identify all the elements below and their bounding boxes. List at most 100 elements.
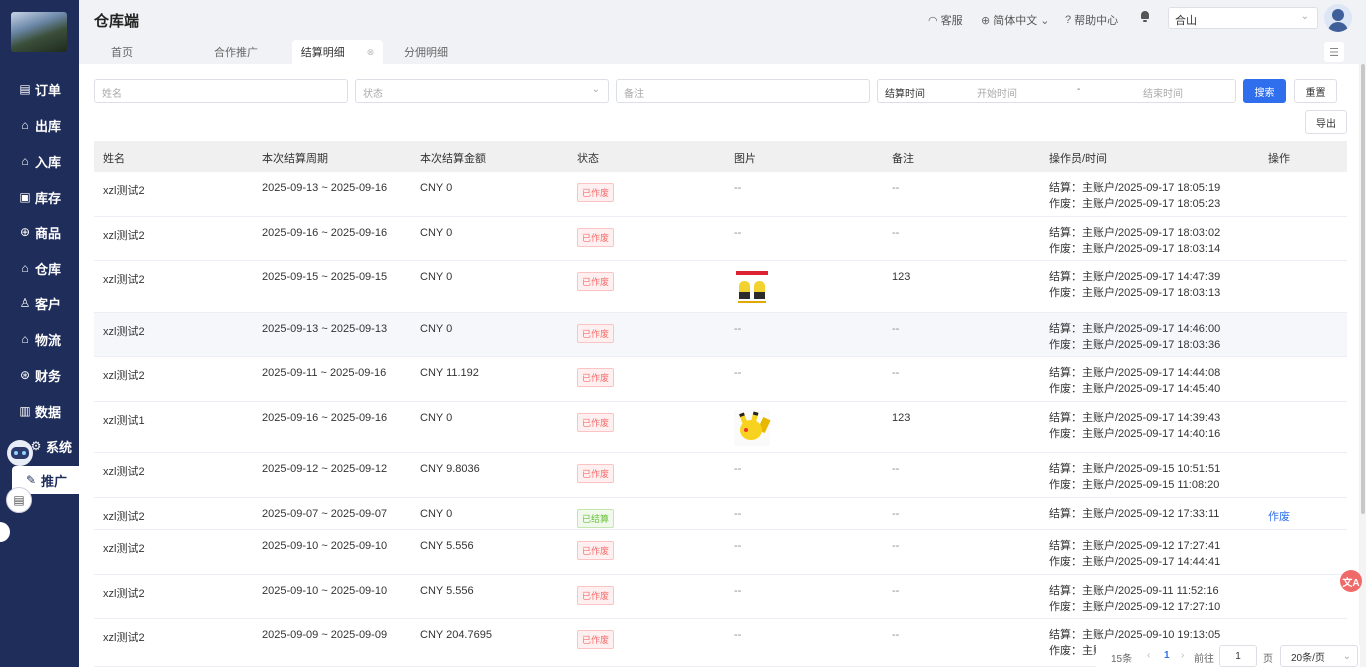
cell-amount: CNY 5.556 [420,540,474,552]
product-icon: ⊕ [19,225,31,239]
settle-record: 结算：主账户/2025-09-15 10:51:51 [1049,463,1221,475]
sidebar-item-warehouse[interactable]: ⌂ 仓库 [0,253,79,283]
translate-icon[interactable]: 文A [1340,570,1362,592]
settle-record: 结算：主账户/2025-09-10 19:13:05 [1049,629,1221,641]
chevron-down-icon: ⌄ [1040,14,1050,27]
void-record: 作废：主账户/2025-09-17 18:03:14 [1049,243,1221,255]
close-icon[interactable]: ⊗ [367,47,375,58]
customer-service-link[interactable]: ◠ 客服 [928,12,963,28]
name-filter-input[interactable]: 姓名 [94,79,348,103]
cell-image: -- [734,367,742,379]
start-date-input[interactable]: 开始时间 [977,85,1017,100]
sidebar-item-label: 物流 [34,332,61,348]
cell-operator-time: 结算：主账户/2025-09-17 18:05:19 作废：主账户/2025-09… [1049,180,1220,212]
cell-name: xzl测试2 [103,326,145,338]
tab-cooperation-promotion[interactable]: 合作推广 [201,40,271,64]
pikachu-thumbnail[interactable] [734,410,771,446]
cell-amount: CNY 0 [420,508,453,520]
cell-remark: -- [892,540,900,552]
sidebar-item-data[interactable]: ▥ 数据 [0,396,79,426]
void-action-link[interactable]: 作废 [1268,508,1290,524]
cell-operator-time: 结算：主账户/2025-09-17 14:44:08 作废：主账户/2025-09… [1049,365,1220,397]
assistant-robot-icon[interactable] [7,440,33,466]
warehouse-icon: ⌂ [21,261,29,275]
floating-handle[interactable] [0,522,10,542]
status-filter-select[interactable]: 状态 ⌄ [355,79,609,103]
user-avatar[interactable] [1324,4,1352,32]
end-date-input[interactable]: 结束时间 [1143,85,1183,100]
void-record: 作废：主账户/2025-09-17 14:44:41 [1049,556,1221,568]
sidebar: ▤ 订单 ⌂ 出库 ⌂ 入库 ▣ 库存 ⊕ 商品 ⌂ 仓库 ♙ 客户 ⌂ 物流 ⊛ 财务 ▥ 数据 ⚙ 系统 ✎ 推广 ▤ [0,0,79,667]
sidebar-item-customer[interactable]: ♙ 客户 [0,288,79,318]
table-row: xzl测试2 2025-09-11 ~ 2025-09-16 CNY 11.192 已… [94,357,1347,402]
tab-settlement-details[interactable]: 结算明细 ⊗ [292,40,383,64]
void-record: 作废：主账户/2025-09-17 18:05:23 [1049,198,1221,210]
cell-period: 2025-09-07 ~ 2025-09-07 [262,508,388,520]
minions-thumbnail[interactable] [734,269,770,305]
cell-amount: CNY 5.556 [420,585,474,597]
status-badge: 已作废 [577,541,615,560]
table-row: xzl测试2 2025-09-07 ~ 2025-09-07 CNY 0 已结算 -- -… [94,498,1347,530]
table-row: xzl测试2 2025-09-15 ~ 2025-09-15 CNY 0 已作废 123… [94,261,1347,313]
sidebar-item-inventory[interactable]: ▣ 库存 [0,182,79,212]
cell-name: xzl测试2 [103,511,145,523]
page-number-current[interactable]: 1 [1164,650,1170,661]
sidebar-item-label: 客户 [34,296,61,312]
cell-operator-time: 结算：主账户/2025-09-12 17:27:41 作废：主账户/2025-09… [1049,538,1220,570]
notification-bell-icon[interactable] [1140,11,1150,22]
sidebar-item-finance[interactable]: ⊛ 财务 [0,360,79,390]
sidebar-item-order[interactable]: ▤ 订单 [0,74,79,104]
top-header: 仓库端 ◠ 客服 ⊕ 简体中文 ⌄ ? 帮助中心 合山 ⌄ [79,0,1366,36]
sidebar-item-label: 入库 [34,154,61,170]
cell-remark: 123 [892,271,911,283]
page-size-select[interactable]: 20条/页 ⌄ [1280,645,1358,667]
logistics-icon: ⌂ [21,332,29,346]
language-switch[interactable]: ⊕ 简体中文 ⌄ [981,12,1049,28]
cell-name: xzl测试2 [103,466,145,478]
sidebar-item-product[interactable]: ⊕ 商品 [0,217,79,247]
order-icon: ▤ [19,82,31,96]
next-page-icon[interactable]: › [1181,650,1184,661]
cell-name: xzl测试1 [103,415,145,427]
cell-period: 2025-09-13 ~ 2025-09-13 [262,323,388,335]
page-tabs: 首页 合作推广 结算明细 ⊗ 分佣明细 [95,40,1352,64]
sidebar-item-inbound[interactable]: ⌂ 入库 [0,146,79,176]
cell-image: -- [734,463,742,475]
globe-icon: ⊕ [981,14,991,27]
cell-amount: CNY 0 [420,323,453,335]
prev-page-icon[interactable]: ‹ [1147,650,1150,661]
sidebar-item-label: 财务 [34,368,61,384]
settle-record: 结算：主账户/2025-09-17 18:03:02 [1049,227,1221,239]
document-icon[interactable]: ▤ [6,487,32,513]
page-jump-input[interactable]: 1 [1219,645,1257,667]
help-center-link[interactable]: ? 帮助中心 [1065,12,1118,28]
cell-name: xzl测试2 [103,230,145,242]
data-icon: ▥ [19,404,31,418]
cell-operator-time: 结算：主账户/2025-09-17 14:39:43 作废：主账户/2025-09… [1049,410,1220,442]
finance-icon: ⊛ [19,368,31,382]
goto-label: 前往 [1194,654,1214,665]
tab-home[interactable]: 首页 [95,40,149,64]
cell-period: 2025-09-11 ~ 2025-09-16 [262,367,387,379]
search-button[interactable]: 搜索 [1243,79,1286,103]
status-badge: 已结算 [577,509,615,528]
export-button[interactable]: 导出 [1305,110,1347,134]
pagination: 15条 ‹ 1 › 前往 1 页 20条/页 ⌄ [1096,645,1360,667]
sidebar-item-label: 订单 [34,82,61,98]
warehouse-select[interactable]: 合山 ⌄ [1168,7,1318,29]
settle-record: 结算：主账户/2025-09-17 14:47:39 [1049,271,1221,283]
remark-filter-input[interactable]: 备注 [616,79,870,103]
sidebar-item-outbound[interactable]: ⌂ 出库 [0,110,79,140]
reset-button[interactable]: 重置 [1294,79,1337,103]
cell-period: 2025-09-10 ~ 2025-09-10 [262,540,388,552]
cell-name: xzl测试2 [103,543,145,555]
tab-commission-details[interactable]: 分佣明细 [394,40,458,64]
sidebar-item-logistics[interactable]: ⌂ 物流 [0,324,79,354]
cell-period: 2025-09-12 ~ 2025-09-12 [262,463,388,475]
cell-amount: CNY 11.192 [420,367,479,379]
sidebar-item-label: 出库 [34,118,61,134]
cell-amount: CNY 9.8036 [420,463,480,475]
cell-image: -- [734,182,742,194]
settlement-date-range[interactable]: 结算时间 开始时间 - 结束时间 [877,79,1236,103]
tab-menu-icon[interactable]: ☰ [1324,42,1344,62]
